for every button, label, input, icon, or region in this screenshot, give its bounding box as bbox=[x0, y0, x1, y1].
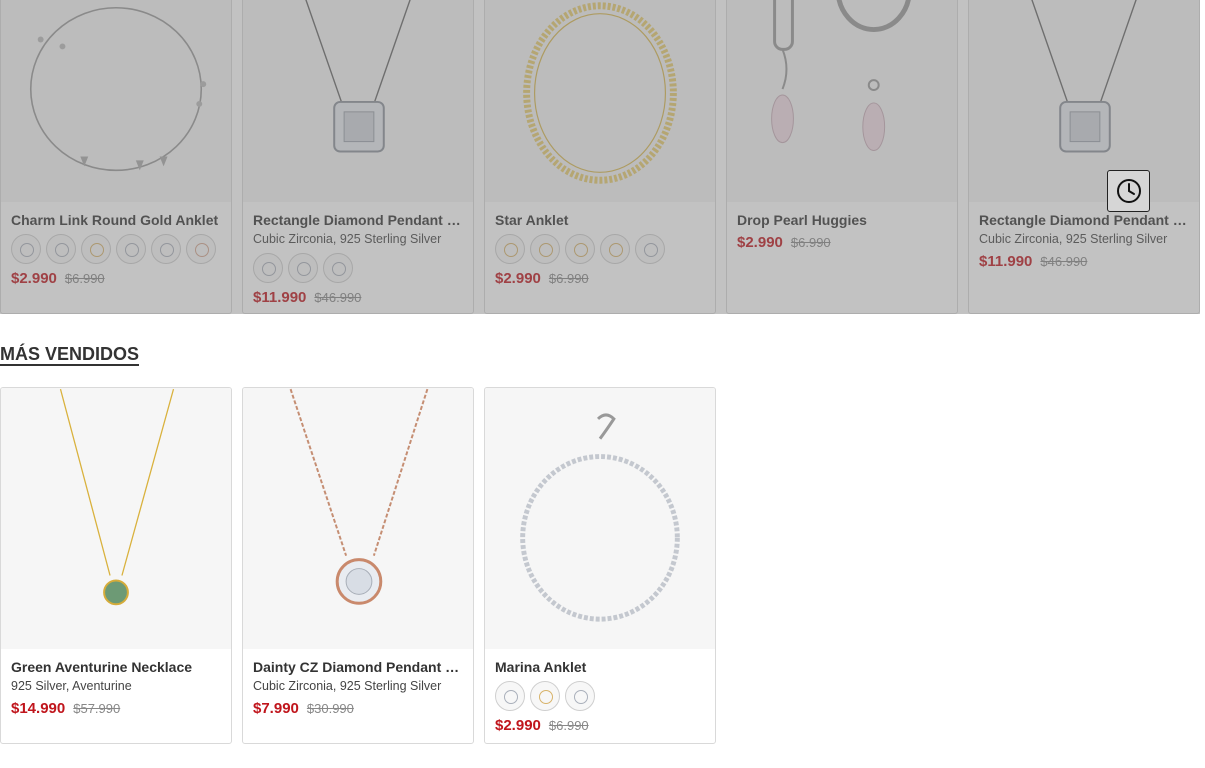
product-card[interactable]: Green Aventurine Necklace 925 Silver, Av… bbox=[0, 387, 232, 744]
color-swatches bbox=[495, 234, 705, 264]
sale-price: $7.990 bbox=[253, 700, 299, 717]
original-price: $57.990 bbox=[73, 701, 121, 716]
product-material: 925 Silver, Aventurine bbox=[11, 679, 132, 693]
best-sellers-row: Green Aventurine Necklace 925 Silver, Av… bbox=[0, 387, 716, 744]
product-name[interactable]: Green Aventurine Necklace bbox=[11, 659, 221, 675]
swatch-silver[interactable] bbox=[495, 681, 525, 711]
swatch-gold[interactable] bbox=[81, 234, 111, 264]
original-price: $46.990 bbox=[1040, 254, 1088, 269]
color-swatches bbox=[495, 681, 705, 711]
original-price: $30.990 bbox=[306, 701, 354, 716]
product-card[interactable]: Rectangle Diamond Pendant Ne... Cubic Zi… bbox=[242, 0, 474, 314]
recently-viewed-row: Charm Link Round Gold Anklet $2.990 $6.9… bbox=[0, 0, 1200, 314]
swatch-gold[interactable] bbox=[495, 234, 525, 264]
product-card[interactable]: Star Anklet $2.990 $6.990 bbox=[484, 0, 716, 314]
marina-anklet-image[interactable] bbox=[485, 388, 715, 649]
swatch-silver[interactable] bbox=[565, 681, 595, 711]
sale-price: $11.990 bbox=[979, 253, 1033, 270]
product-material: Cubic Zirconia, 925 Sterling Silver bbox=[253, 679, 442, 693]
swatch-gold[interactable] bbox=[565, 234, 595, 264]
product-material: Cubic Zirconia, 925 Sterling Silver bbox=[253, 232, 442, 246]
pendant-necklace-image[interactable] bbox=[969, 0, 1199, 202]
product-name[interactable]: Rectangle Diamond Pendant Ne... bbox=[979, 212, 1189, 228]
swatch-gold[interactable] bbox=[600, 234, 630, 264]
sale-price: $11.990 bbox=[253, 289, 307, 306]
original-price: $6.990 bbox=[64, 271, 105, 286]
swatch-silver[interactable] bbox=[635, 234, 665, 264]
product-material: Cubic Zirconia, 925 Sterling Silver bbox=[979, 232, 1168, 246]
original-price: $6.990 bbox=[548, 718, 589, 733]
swatch-rose[interactable] bbox=[186, 234, 216, 264]
sale-price: $2.990 bbox=[495, 717, 541, 734]
pearl-huggies-image[interactable] bbox=[727, 0, 957, 202]
product-card[interactable]: Marina Anklet $2.990 $6.990 bbox=[484, 387, 716, 744]
original-price: $46.990 bbox=[314, 290, 362, 305]
color-swatches bbox=[11, 234, 221, 264]
star-anklet-image[interactable] bbox=[485, 0, 715, 202]
product-name[interactable]: Marina Anklet bbox=[495, 659, 705, 675]
swatch-silver[interactable] bbox=[288, 253, 318, 283]
sale-price: $2.990 bbox=[737, 234, 783, 251]
swatch-gold[interactable] bbox=[530, 234, 560, 264]
product-card[interactable]: Dainty CZ Diamond Pendant Ne... Cubic Zi… bbox=[242, 387, 474, 744]
history-button[interactable] bbox=[1107, 170, 1150, 212]
product-card[interactable]: Charm Link Round Gold Anklet $2.990 $6.9… bbox=[0, 0, 232, 314]
swatch-silver[interactable] bbox=[116, 234, 146, 264]
pendant-necklace-image[interactable] bbox=[243, 0, 473, 202]
aventurine-necklace-image[interactable] bbox=[1, 388, 231, 649]
section-title[interactable]: MÁS VENDIDOS bbox=[0, 344, 140, 366]
product-name[interactable]: Dainty CZ Diamond Pendant Ne... bbox=[253, 659, 463, 675]
sale-price: $2.990 bbox=[495, 270, 541, 287]
swatch-silver[interactable] bbox=[323, 253, 353, 283]
product-name[interactable]: Charm Link Round Gold Anklet bbox=[11, 212, 221, 228]
cz-pendant-image[interactable] bbox=[243, 388, 473, 649]
original-price: $6.990 bbox=[548, 271, 589, 286]
product-card[interactable]: Drop Pearl Huggies $2.990 $6.990 bbox=[726, 0, 958, 314]
swatch-silver[interactable] bbox=[151, 234, 181, 264]
original-price: $6.990 bbox=[790, 235, 831, 250]
product-card[interactable]: Rectangle Diamond Pendant Ne... Cubic Zi… bbox=[968, 0, 1200, 314]
swatch-gold[interactable] bbox=[530, 681, 560, 711]
sale-price: $2.990 bbox=[11, 270, 57, 287]
sale-price: $14.990 bbox=[11, 700, 66, 717]
swatch-silver[interactable] bbox=[11, 234, 41, 264]
color-swatches bbox=[253, 253, 463, 283]
swatch-silver[interactable] bbox=[46, 234, 76, 264]
clock-icon bbox=[1116, 179, 1141, 203]
swatch-silver[interactable] bbox=[253, 253, 283, 283]
product-name[interactable]: Star Anklet bbox=[495, 212, 705, 228]
product-name[interactable]: Drop Pearl Huggies bbox=[737, 212, 947, 228]
product-name[interactable]: Rectangle Diamond Pendant Ne... bbox=[253, 212, 463, 228]
charm-anklet-image[interactable] bbox=[1, 0, 231, 202]
